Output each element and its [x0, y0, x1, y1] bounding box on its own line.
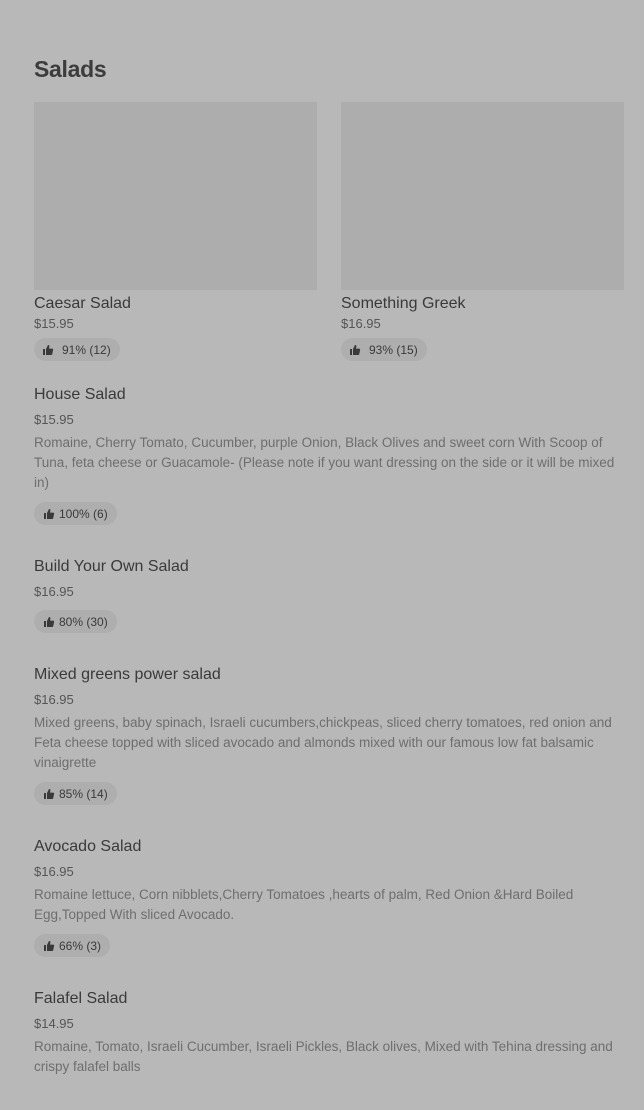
- item-price: $15.95: [34, 412, 74, 427]
- item-name: House Salad: [34, 386, 126, 403]
- rating-badge: 85% (14): [34, 782, 117, 805]
- featured-item-something-greek[interactable]: Something Greek $16.95 93% (15): [341, 102, 624, 361]
- item-price: $16.95: [34, 692, 74, 707]
- rating-text: 85% (14): [59, 786, 108, 801]
- item-image[interactable]: [341, 102, 624, 290]
- menu-item-mixed-greens-power-salad[interactable]: Mixed greens power salad $16.95 Mixed gr…: [34, 665, 618, 805]
- rating-text: 80% (30): [59, 614, 108, 629]
- item-name: Mixed greens power salad: [34, 666, 221, 683]
- rating-badge: 66% (3): [34, 934, 111, 957]
- menu-item-falafel-salad[interactable]: Falafel Salad $14.95 Romaine, Tomato, Is…: [34, 989, 618, 1077]
- item-name: Avocado Salad: [34, 838, 142, 855]
- rating-text: 66% (3): [59, 938, 102, 953]
- thumbs-up-icon: [44, 508, 55, 519]
- menu-item-build-your-own-salad[interactable]: Build Your Own Salad $16.95 80% (30): [34, 557, 618, 633]
- item-price: $16.95: [34, 864, 74, 879]
- rating-badge: 91% (12): [34, 338, 120, 361]
- rating-badge: 100% (6): [34, 502, 117, 525]
- item-image[interactable]: [34, 102, 317, 290]
- item-description: Romaine, Tomato, Israeli Cucumber, Israe…: [34, 1039, 613, 1074]
- thumbs-up-icon: [44, 788, 55, 799]
- item-name: Caesar Salad: [34, 295, 131, 312]
- featured-item-caesar-salad[interactable]: Caesar Salad $15.95 91% (12): [34, 102, 317, 361]
- item-price: $16.95: [34, 584, 74, 599]
- item-price: $16.95: [341, 316, 381, 331]
- thumbs-up-icon: [44, 616, 55, 627]
- item-name: Something Greek: [341, 295, 466, 312]
- menu-item-house-salad[interactable]: House Salad $15.95 Romaine, Cherry Tomat…: [34, 385, 618, 525]
- menu-item-avocado-salad[interactable]: Avocado Salad $16.95 Romaine lettuce, Co…: [34, 837, 618, 957]
- item-description: Romaine lettuce, Corn nibblets,Cherry To…: [34, 887, 574, 922]
- item-description: Romaine, Cherry Tomato, Cucumber, purple…: [34, 435, 615, 490]
- thumbs-up-icon: [350, 344, 361, 355]
- thumbs-up-icon: [43, 344, 54, 355]
- rating-text: 100% (6): [59, 506, 108, 521]
- item-price: $15.95: [34, 316, 74, 331]
- item-price: $14.95: [34, 1016, 74, 1031]
- rating-text: 93% (15): [369, 342, 418, 357]
- rating-text: 91% (12): [62, 342, 111, 357]
- item-name: Build Your Own Salad: [34, 558, 189, 575]
- rating-badge: 93% (15): [341, 338, 427, 361]
- thumbs-up-icon: [44, 940, 55, 951]
- item-description: Mixed greens, baby spinach, Israeli cucu…: [34, 715, 612, 770]
- section-title: Salads: [34, 56, 107, 82]
- item-name: Falafel Salad: [34, 990, 128, 1007]
- rating-badge: 80% (30): [34, 610, 117, 633]
